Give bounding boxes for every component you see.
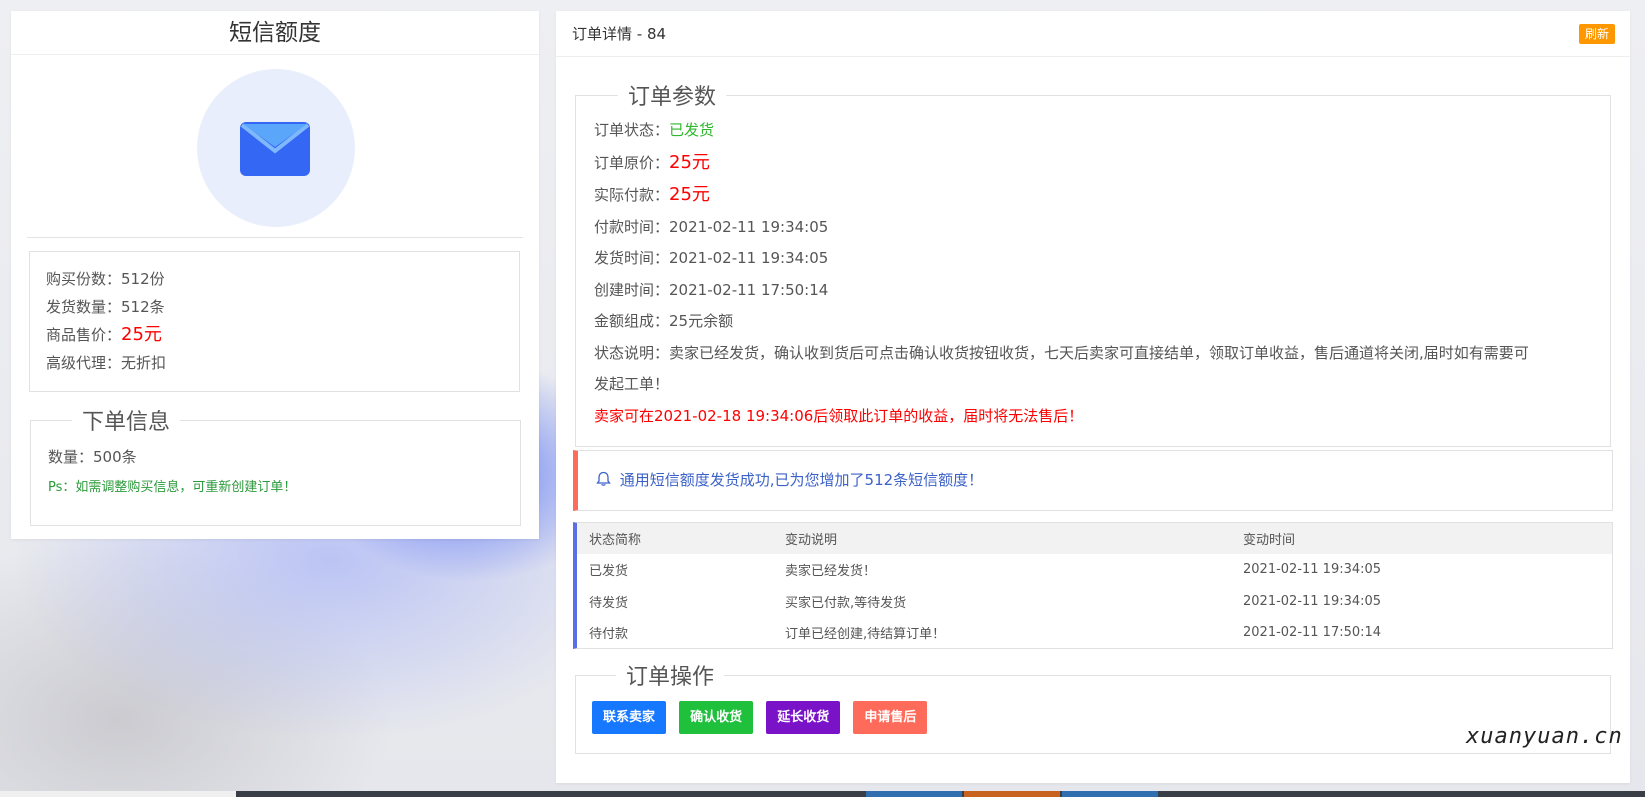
order-detail-title: 订单详情 - 84 — [572, 25, 667, 43]
col-desc: 变动说明 — [773, 523, 1231, 554]
contact-seller-button[interactable]: 联系卖家 — [592, 701, 667, 734]
orig-price-row: 订单原价：25元 — [594, 151, 710, 173]
quantity-row: 数量：500条 — [48, 448, 137, 466]
order-ops-legend: 订单操作 — [626, 665, 715, 690]
ps-note: Ps：如需调整购买信息，可重新创建订单！ — [48, 480, 297, 495]
taskbar — [0, 791, 1645, 797]
ship-time-row: 发货时间：2021-02-11 19:34:05 — [594, 249, 829, 267]
after-sale-button[interactable]: 申请售后 — [853, 701, 928, 734]
cell-time: 2021-02-11 19:34:05 — [1243, 593, 1382, 609]
order-params-section: 订单参数 订单状态：已发货 订单原价：25元 实际付款：25元 付款时间：202… — [575, 79, 1611, 447]
table-header-row: 状态简称 变动说明 变动时间 — [577, 523, 1612, 554]
order-ops-section: 订单操作 联系卖家 确认收货 延长收货 申请售后 — [575, 659, 1611, 754]
table-row: 已发货 卖家已经发货！ 2021-02-11 19:34:05 — [577, 554, 1612, 586]
col-time: 变动时间 — [1231, 523, 1612, 554]
table-row: 待付款 订单已经创建,待结算订单！ 2021-02-11 17:50:14 — [577, 617, 1612, 649]
envelope-icon — [197, 69, 355, 227]
refresh-button[interactable]: 刷新 — [1578, 24, 1615, 44]
extend-receipt-button[interactable]: 延长收货 — [766, 701, 841, 734]
product-title: 短信额度 — [11, 11, 539, 55]
col-status: 状态简称 — [577, 523, 773, 554]
status-log-table: 状态简称 变动说明 变动时间 已发货 卖家已经发货！ 2021-02-11 19… — [573, 522, 1613, 649]
order-params-legend: 订单参数 — [628, 85, 717, 110]
watermark: xuanyuan.cn — [1466, 724, 1623, 749]
status-desc-row: 状态说明：卖家已经发货，确认收到货后可点击确认收货按钮收货，七天后卖家可直接结单… — [594, 343, 1529, 362]
status-badge: 已发货 — [669, 121, 715, 139]
product-card: 短信额度 购买份数：512份 发货数量：512条 商品售价：25元 高级代理：无… — [11, 11, 539, 539]
cell-time: 2021-02-11 17:50:14 — [1243, 625, 1382, 641]
cell-desc: 买家已付款,等待发货 — [785, 595, 907, 611]
cell-status: 待付款 — [589, 627, 629, 643]
order-status-row: 订单状态：已发货 — [594, 121, 715, 139]
product-icon-area — [27, 55, 523, 238]
alert-text: 通用短信额度发货成功,已为您增加了512条短信额度！ — [619, 471, 984, 489]
cell-status: 已发货 — [589, 564, 629, 580]
order-detail-card: 订单详情 - 84 刷新 订单参数 订单状态：已发货 订单原价：25元 实际付款… — [556, 11, 1630, 783]
create-time-row: 创建时间：2021-02-11 17:50:14 — [594, 280, 829, 299]
pay-time-row: 付款时间：2021-02-11 19:34:05 — [594, 217, 829, 236]
order-detail-header: 订单详情 - 84 刷新 — [556, 11, 1630, 57]
cell-desc: 订单已经创建,待结算订单！ — [785, 627, 946, 643]
table-row: 待发货 买家已付款,等待发货 2021-02-11 19:34:05 — [577, 586, 1612, 618]
info-purchase-count: 购买份数：512份 — [46, 270, 165, 288]
cell-status: 待发货 — [589, 595, 629, 611]
confirm-receipt-button[interactable]: 确认收货 — [679, 701, 754, 734]
cell-desc: 卖家已经发货！ — [785, 564, 877, 580]
order-info-legend: 下单信息 — [82, 410, 171, 435]
cell-time: 2021-02-11 19:34:05 — [1243, 562, 1382, 578]
product-info-box: 购买份数：512份 发货数量：512条 商品售价：25元 高级代理：无折扣 — [29, 251, 520, 392]
order-info-section: 下单信息 数量：500条 Ps：如需调整购买信息，可重新创建订单！ — [30, 404, 521, 526]
status-desc-row-2: 发起工单！ — [594, 375, 670, 393]
info-ship-count: 发货数量：512条 — [46, 298, 165, 316]
amount-row: 金额组成：25元余额 — [594, 312, 734, 330]
paid-row: 实际付款：25元 — [594, 184, 710, 205]
delivery-alert: 通用短信额度发货成功,已为您增加了512条短信额度！ — [573, 450, 1613, 511]
settlement-warning: 卖家可在2021-02-18 19:34:06后领取此订单的收益，届时将无法售后… — [594, 406, 1084, 425]
bell-icon — [596, 471, 611, 486]
info-agent: 高级代理：无折扣 — [46, 354, 167, 372]
info-price: 商品售价：25元 — [46, 324, 162, 345]
